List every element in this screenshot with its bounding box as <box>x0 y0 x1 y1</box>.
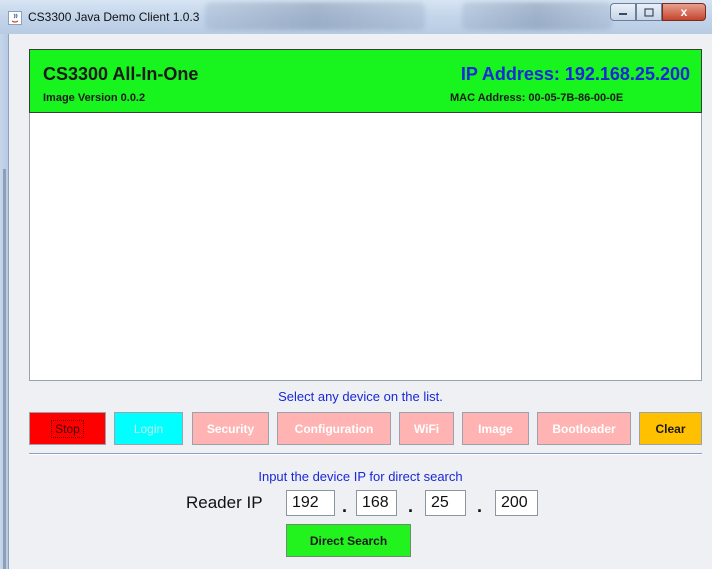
configuration-button[interactable]: Configuration <box>277 412 391 445</box>
configuration-button-label: Configuration <box>294 421 374 436</box>
wifi-button-label: WiFi <box>413 421 440 436</box>
ip-octet-4-input[interactable] <box>495 490 538 516</box>
minimize-icon[interactable] <box>610 3 636 21</box>
ip-separator: . <box>342 496 348 516</box>
blurred-background-window <box>205 2 425 30</box>
maximize-icon[interactable] <box>636 3 662 21</box>
login-button-label: Login <box>133 421 164 436</box>
device-info-header: CS3300 All-In-One Image Version 0.0.2 IP… <box>29 49 702 113</box>
ip-octet-1-input[interactable] <box>286 490 335 516</box>
title-bar[interactable]: CS3300 Java Demo Client 1.0.3 x <box>0 0 712 34</box>
clear-button-label: Clear <box>655 421 686 436</box>
window-title: CS3300 Java Demo Client 1.0.3 <box>28 10 200 24</box>
direct-search-button-label: Direct Search <box>309 533 388 548</box>
ip-address: IP Address: 192.168.25.200 <box>460 64 690 84</box>
security-button-label: Security <box>206 421 255 436</box>
client-area: CS3300 All-In-One Image Version 0.0.2 IP… <box>9 34 712 569</box>
bootloader-button-label: Bootloader <box>552 421 616 436</box>
reader-ip-label: Reader IP <box>186 493 263 512</box>
application-window: CS3300 Java Demo Client 1.0.3 x CS3300 A… <box>0 0 712 569</box>
window-controls: x <box>610 3 706 23</box>
ip-octet-3-input[interactable] <box>425 490 466 516</box>
bootloader-button[interactable]: Bootloader <box>537 412 631 445</box>
close-symbol: x <box>680 5 688 19</box>
close-icon[interactable]: x <box>662 3 706 21</box>
ip-octet-2-input[interactable] <box>356 490 397 516</box>
select-device-hint: Select any device on the list. <box>278 389 443 404</box>
image-version: Image Version 0.0.2 <box>43 92 146 104</box>
ip-separator: . <box>408 496 414 516</box>
mac-address: MAC Address: 00-05-7B-86-00-0E <box>450 92 624 104</box>
ip-separator: . <box>477 496 483 516</box>
image-button-label: Image <box>478 421 513 436</box>
stop-button-label: Stop <box>51 419 84 438</box>
security-button[interactable]: Security <box>192 412 269 445</box>
divider-highlight <box>29 454 702 455</box>
image-button[interactable]: Image <box>462 412 529 445</box>
border-detail <box>3 169 6 569</box>
wifi-button[interactable]: WiFi <box>399 412 454 445</box>
clear-button[interactable]: Clear <box>639 412 702 445</box>
stop-button[interactable]: Stop <box>29 412 106 445</box>
blurred-background-window <box>462 2 612 30</box>
window-left-border <box>0 34 9 569</box>
java-app-icon <box>8 11 22 25</box>
direct-search-hint: Input the device IP for direct search <box>258 469 463 484</box>
login-button[interactable]: Login <box>114 412 183 445</box>
direct-search-button[interactable]: Direct Search <box>286 524 411 557</box>
device-list[interactable] <box>29 113 702 381</box>
device-name: CS3300 All-In-One <box>43 64 199 84</box>
